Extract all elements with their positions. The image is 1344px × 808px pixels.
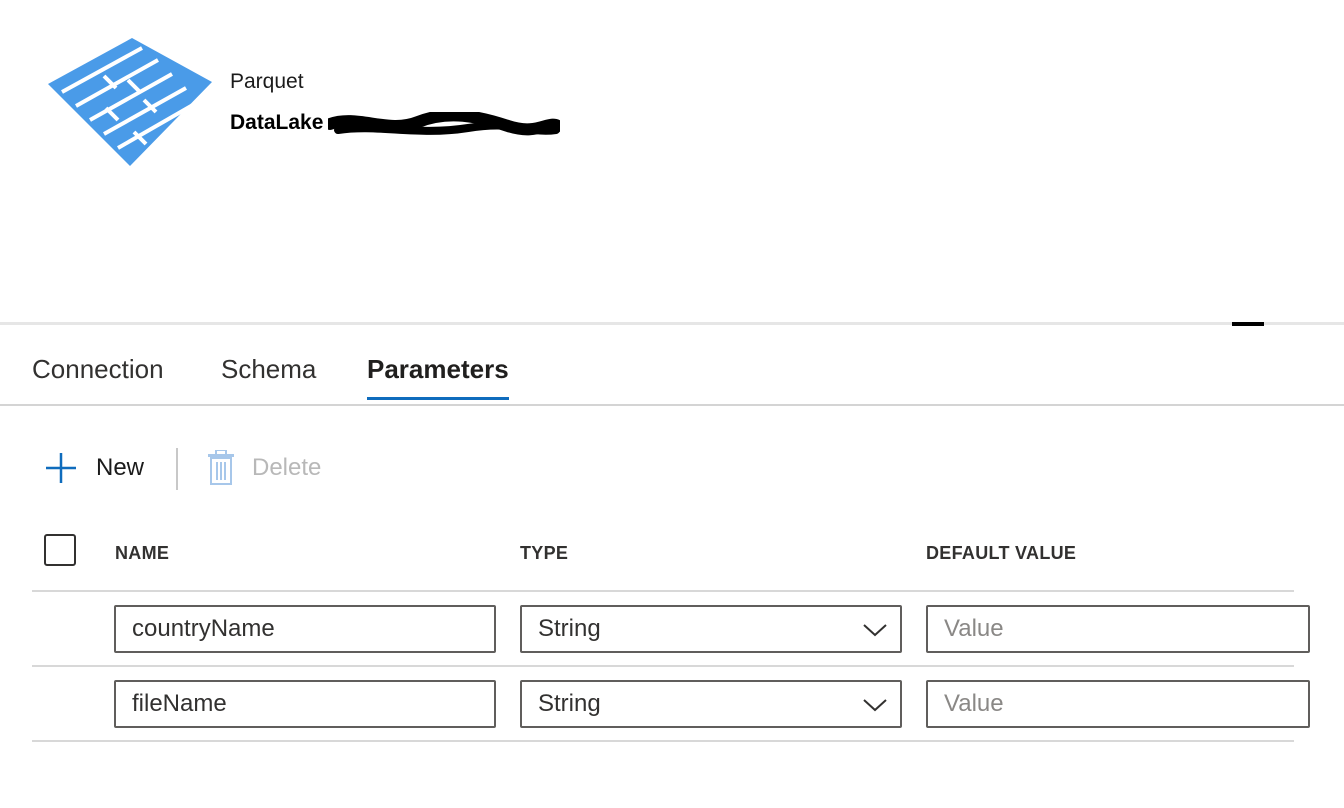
chevron-down-icon <box>863 699 887 712</box>
parameter-name-field <box>114 680 496 728</box>
delete-button-label: Delete <box>252 454 322 481</box>
tab-connection[interactable]: Connection <box>32 354 164 397</box>
default-value-field <box>926 680 1310 728</box>
parameter-name-input[interactable] <box>116 682 494 726</box>
column-header-default-value: DEFAULT VALUE <box>926 543 1077 563</box>
new-button-label: New <box>96 454 145 481</box>
chevron-down-icon <box>863 624 887 637</box>
column-header-type: TYPE <box>520 543 569 563</box>
parameter-type-value: String <box>538 615 601 642</box>
parameter-type-dropdown[interactable]: String <box>520 605 902 653</box>
table-header: NAME TYPE DEFAULT VALUE <box>32 520 1294 592</box>
select-all-checkbox[interactable] <box>44 534 76 566</box>
parameters-table: NAME TYPE DEFAULT VALUE String String <box>32 520 1310 742</box>
tab-parameters[interactable]: Parameters <box>367 354 509 400</box>
delete-parameter-button[interactable]: Delete <box>206 446 321 490</box>
tab-schema[interactable]: Schema <box>221 354 316 397</box>
new-parameter-button[interactable]: New <box>44 446 144 490</box>
redaction-mark <box>328 112 560 136</box>
parameter-type-value: String <box>538 690 601 717</box>
plus-icon <box>46 453 76 483</box>
parameter-type-dropdown[interactable]: String <box>520 680 902 728</box>
dataset-name: DataLake <box>230 111 324 134</box>
parameter-name-input[interactable] <box>116 607 494 651</box>
header-divider <box>0 322 1344 325</box>
default-value-field <box>926 605 1310 653</box>
trash-icon <box>208 450 234 485</box>
dataset-header: Parquet DataLake <box>0 0 1344 322</box>
parameter-name-field <box>114 605 496 653</box>
dataset-type-label: Parquet <box>230 70 304 93</box>
tab-bar: Connection Schema Parameters <box>0 326 1344 406</box>
toolbar-separator <box>176 448 178 490</box>
default-value-input[interactable] <box>928 607 1308 651</box>
parameters-toolbar: New Delete <box>0 440 1344 496</box>
parquet-logo-icon <box>48 38 212 166</box>
default-value-input[interactable] <box>928 682 1308 726</box>
table-row: String <box>32 667 1310 742</box>
table-row: String <box>32 592 1310 667</box>
column-header-name: NAME <box>115 543 170 563</box>
